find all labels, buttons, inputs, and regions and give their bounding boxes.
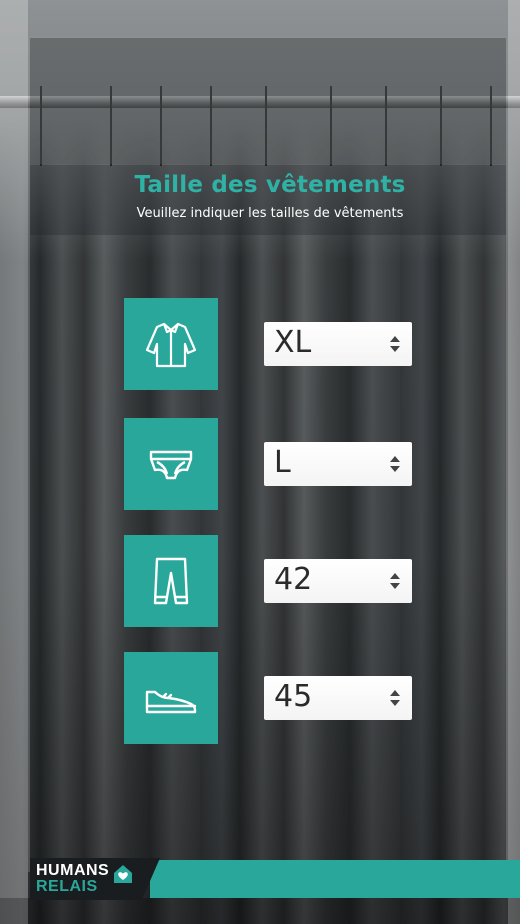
pants-icon-box: [124, 535, 218, 627]
select-arrows-icon: [390, 336, 400, 352]
underwear-icon-box: [124, 418, 218, 510]
size-row-shirt: XL: [124, 298, 424, 390]
select-arrows-icon: [390, 690, 400, 706]
shirt-size-value: XL: [274, 325, 312, 360]
underwear-size-value: L: [274, 445, 291, 480]
pants-size-select[interactable]: 42: [264, 559, 412, 603]
footer-shadow: [0, 898, 520, 924]
select-arrows-icon: [390, 573, 400, 589]
page-subtitle: Veuillez indiquer les tailles de vêtemen…: [136, 206, 404, 221]
heart-house-icon: [114, 865, 132, 883]
pants-icon: [153, 557, 189, 605]
shirt-icon: [145, 322, 197, 368]
left-edge: [0, 0, 28, 924]
shoe-size-value: 45: [274, 679, 313, 714]
size-row-shoe: 45: [124, 652, 424, 744]
shirt-icon-box: [124, 298, 218, 390]
size-row-underwear: L: [124, 418, 424, 510]
page-title: Taille des vêtements: [134, 172, 406, 198]
shoe-icon-box: [124, 652, 218, 744]
logo-text-relais: RELAIS: [36, 878, 98, 895]
footer-band: [150, 860, 520, 898]
select-arrows-icon: [390, 456, 400, 472]
underwear-icon: [149, 450, 193, 480]
pants-size-value: 42: [274, 562, 313, 597]
shoe-icon: [145, 690, 197, 714]
size-row-pants: 42: [124, 535, 424, 627]
right-edge: [508, 0, 520, 924]
shirt-size-select[interactable]: XL: [264, 322, 412, 366]
shoe-size-select[interactable]: 45: [264, 676, 412, 720]
underwear-size-select[interactable]: L: [264, 442, 412, 486]
